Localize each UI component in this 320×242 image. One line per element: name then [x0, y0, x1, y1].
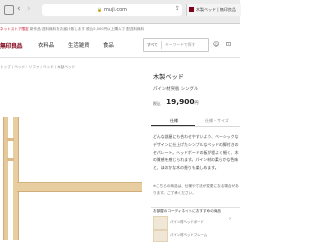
- account-icon[interactable]: ☺: [213, 41, 219, 48]
- favicon-icon: [189, 7, 194, 12]
- notice-text: 新作品·送料無料をお届け致します 税込5,000円以上購入で 配送料無料: [29, 27, 145, 31]
- notice-bar[interactable]: ネットストア限定 新作品·送料無料をお届け致します 税込5,000円以上購入で …: [0, 24, 240, 35]
- product-title: 木製ベッド: [153, 74, 184, 81]
- lock-icon: 🔒: [96, 7, 102, 12]
- forward-icon[interactable]: ›: [27, 3, 31, 15]
- related-item-label[interactable]: パイン材ヘッドボード: [170, 219, 204, 224]
- notice-online-store: ネットストア限定: [0, 27, 29, 31]
- address-bar[interactable]: 🔒 muji.com: [42, 4, 182, 16]
- product-price: 19,900円: [166, 97, 199, 106]
- price-value: 19,900: [166, 97, 195, 106]
- product-description: どんな部屋にも合わせやすいよう、ベーシックなデザインに仕上げたシンプルなベッドの…: [153, 134, 239, 171]
- bed-side-rail: [17, 182, 142, 192]
- bed-headboard-rail: [7, 138, 14, 141]
- cart-icon[interactable]: ⊡: [226, 41, 231, 48]
- nav-food[interactable]: 食品: [103, 41, 114, 49]
- nav-clothing[interactable]: 衣料品: [38, 41, 54, 49]
- search-divider: [161, 41, 162, 49]
- nav-household[interactable]: 生活雑貨: [68, 41, 90, 49]
- chevron-right-icon[interactable]: ›: [229, 216, 231, 222]
- tab-spec[interactable]: 仕様: [170, 118, 178, 124]
- related-item-label[interactable]: パイン材ベッドフレーム: [170, 232, 207, 237]
- bed-headboard-post: [3, 117, 8, 240]
- product-note: ※こちらの商品は、仕様や寸法が変更になる場合があります。ご了承ください。: [153, 184, 239, 196]
- search-input[interactable]: キーワードで探す: [165, 39, 195, 51]
- share-icon[interactable]: ⇪: [175, 5, 180, 12]
- sidebar-icon[interactable]: [4, 5, 14, 15]
- related-title: お部屋のコーディネイトにおすすめの商品: [153, 209, 222, 213]
- brand-logo[interactable]: 無印良品: [0, 41, 23, 50]
- product-image[interactable]: [0, 84, 142, 240]
- bed-headboard-rail: [7, 158, 14, 161]
- url-text: muji.com: [103, 7, 128, 13]
- tax-label: 税込: [153, 101, 161, 106]
- product-variant: パイン材突板 シングル: [153, 87, 199, 92]
- tab-title: 木製ベッド | 無印良品: [196, 7, 236, 12]
- back-icon[interactable]: ‹: [17, 3, 21, 15]
- price-currency: 円: [194, 100, 199, 105]
- search-category[interactable]: すべて: [147, 39, 158, 51]
- related-thumb[interactable]: [153, 230, 168, 242]
- active-tab-indicator: [151, 125, 195, 126]
- related-thumb[interactable]: [153, 216, 168, 230]
- bed-front-post: [13, 117, 19, 240]
- breadcrumb[interactable]: トップ / ベッド・ソファ / ベッド / 木製ベッド: [0, 65, 75, 70]
- search-box[interactable]: すべて キーワードで探す: [143, 38, 209, 52]
- tab-size[interactable]: 仕様・サイズ: [205, 118, 229, 124]
